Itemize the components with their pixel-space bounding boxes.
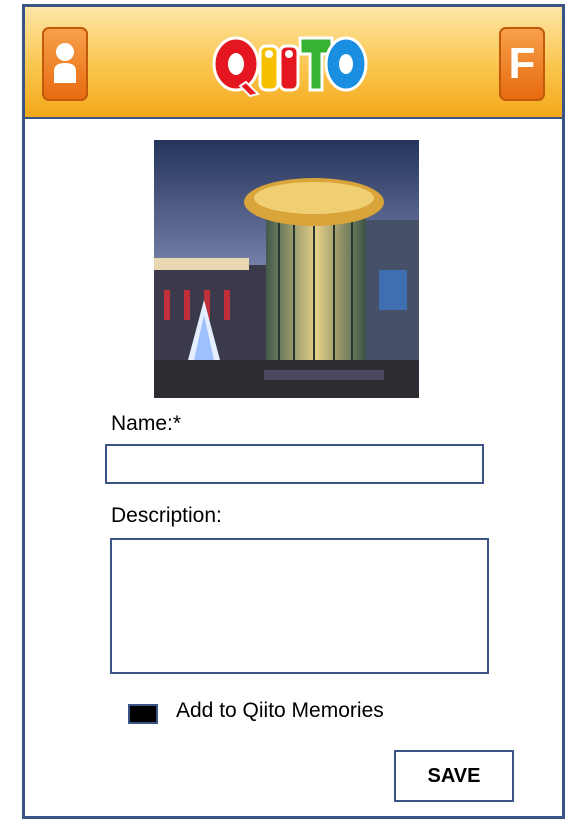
description-textarea[interactable] [110,538,489,674]
app-frame: F Name:* Description: Add to Qiito Memor… [22,4,565,819]
name-label: Name:* [111,412,182,435]
header-bar: F [25,7,562,119]
person-icon [50,37,80,92]
memories-checkbox[interactable] [128,704,158,724]
save-button[interactable]: SAVE [394,750,514,802]
qiito-logo [212,36,368,98]
memories-checkbox-label: Add to Qiito Memories [176,699,384,722]
place-photo [154,140,419,398]
f-button-label: F [508,39,536,88]
name-input[interactable] [105,444,484,484]
profile-button[interactable] [42,27,88,101]
description-label: Description: [111,504,222,527]
f-button[interactable]: F [499,27,545,101]
